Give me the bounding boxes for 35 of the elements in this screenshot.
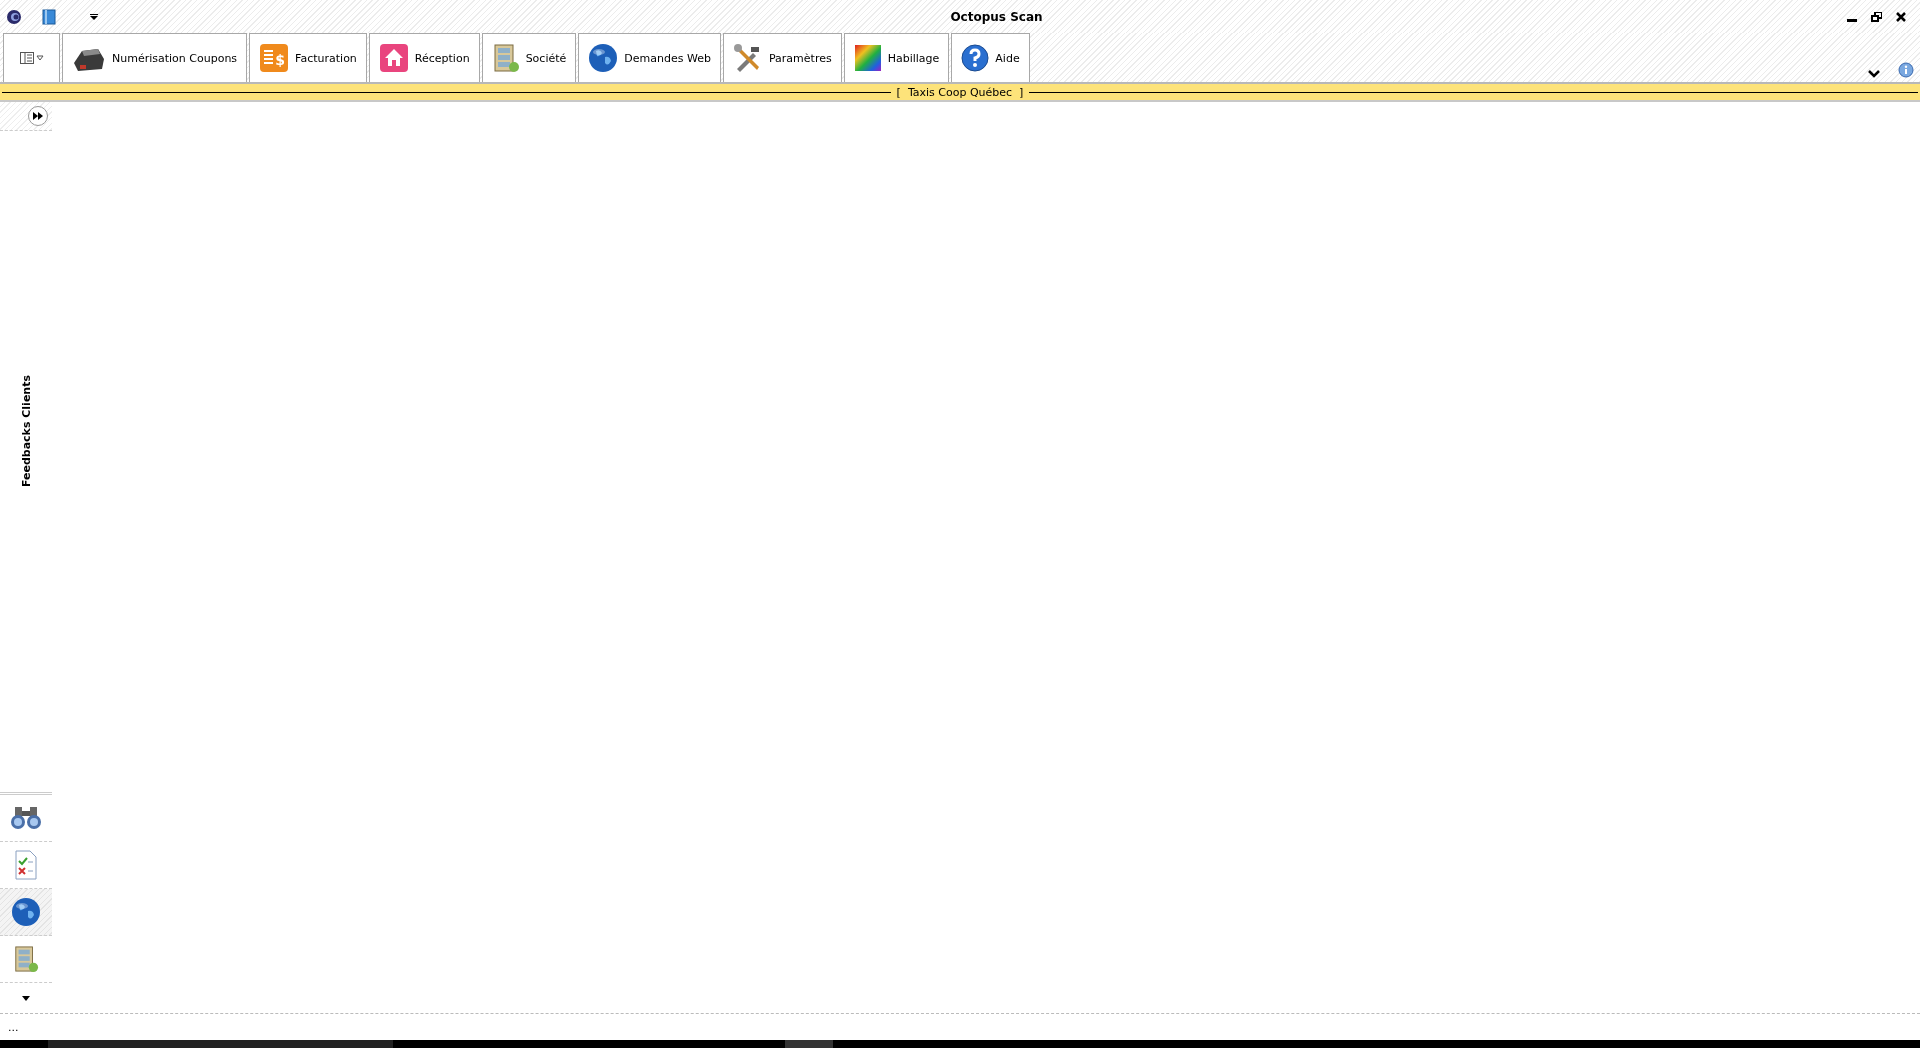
ribbon-tab[interactable]: Réception [368, 33, 480, 82]
more-caret-icon[interactable] [22, 995, 30, 1001]
shortcut-button[interactable] [0, 889, 52, 936]
ribbon-tab[interactable]: $ Facturation [249, 33, 367, 82]
ribbon-tab[interactable]: Société [481, 33, 577, 82]
help-icon [961, 44, 990, 72]
book-icon[interactable] [42, 8, 56, 25]
ribbon-tab[interactable]: Demandes Web [578, 33, 721, 82]
view-toggle-button[interactable] [3, 33, 60, 82]
restore-icon[interactable] [1871, 11, 1882, 22]
ribbon-tab[interactable]: Numérisation Coupons [62, 33, 248, 82]
invoice-dollar-icon: $ [259, 43, 290, 73]
expand-panel-button[interactable] [28, 106, 48, 126]
ribbon-tab[interactable]: Habillage [843, 33, 950, 82]
status-text: ... [8, 1020, 19, 1034]
checklist-document-icon [14, 850, 38, 880]
ribbon-tab[interactable]: Aide [951, 33, 1030, 82]
fast-forward-icon [33, 112, 43, 120]
cabinet-icon [13, 945, 39, 973]
binoculars-icon [10, 805, 42, 831]
panel-title: Feedbacks Clients [19, 375, 33, 488]
dropdown-caret-icon[interactable] [90, 13, 98, 20]
house-icon [378, 43, 409, 73]
close-icon[interactable] [1896, 11, 1906, 22]
cabinet-icon [491, 43, 520, 73]
panel-layout-icon [19, 52, 44, 64]
ribbon-tab[interactable]: Paramètres [722, 33, 842, 82]
color-gradient-icon [853, 44, 882, 72]
globe-icon [11, 897, 41, 927]
window-title: Octopus Scan [949, 9, 1044, 24]
globe-icon [588, 43, 619, 73]
info-icon[interactable] [1898, 62, 1914, 78]
company-name: [ Taxis Coop Québec ] [896, 85, 1024, 99]
app-logo-icon[interactable] [6, 8, 22, 25]
chevron-down-icon[interactable] [1868, 70, 1880, 78]
